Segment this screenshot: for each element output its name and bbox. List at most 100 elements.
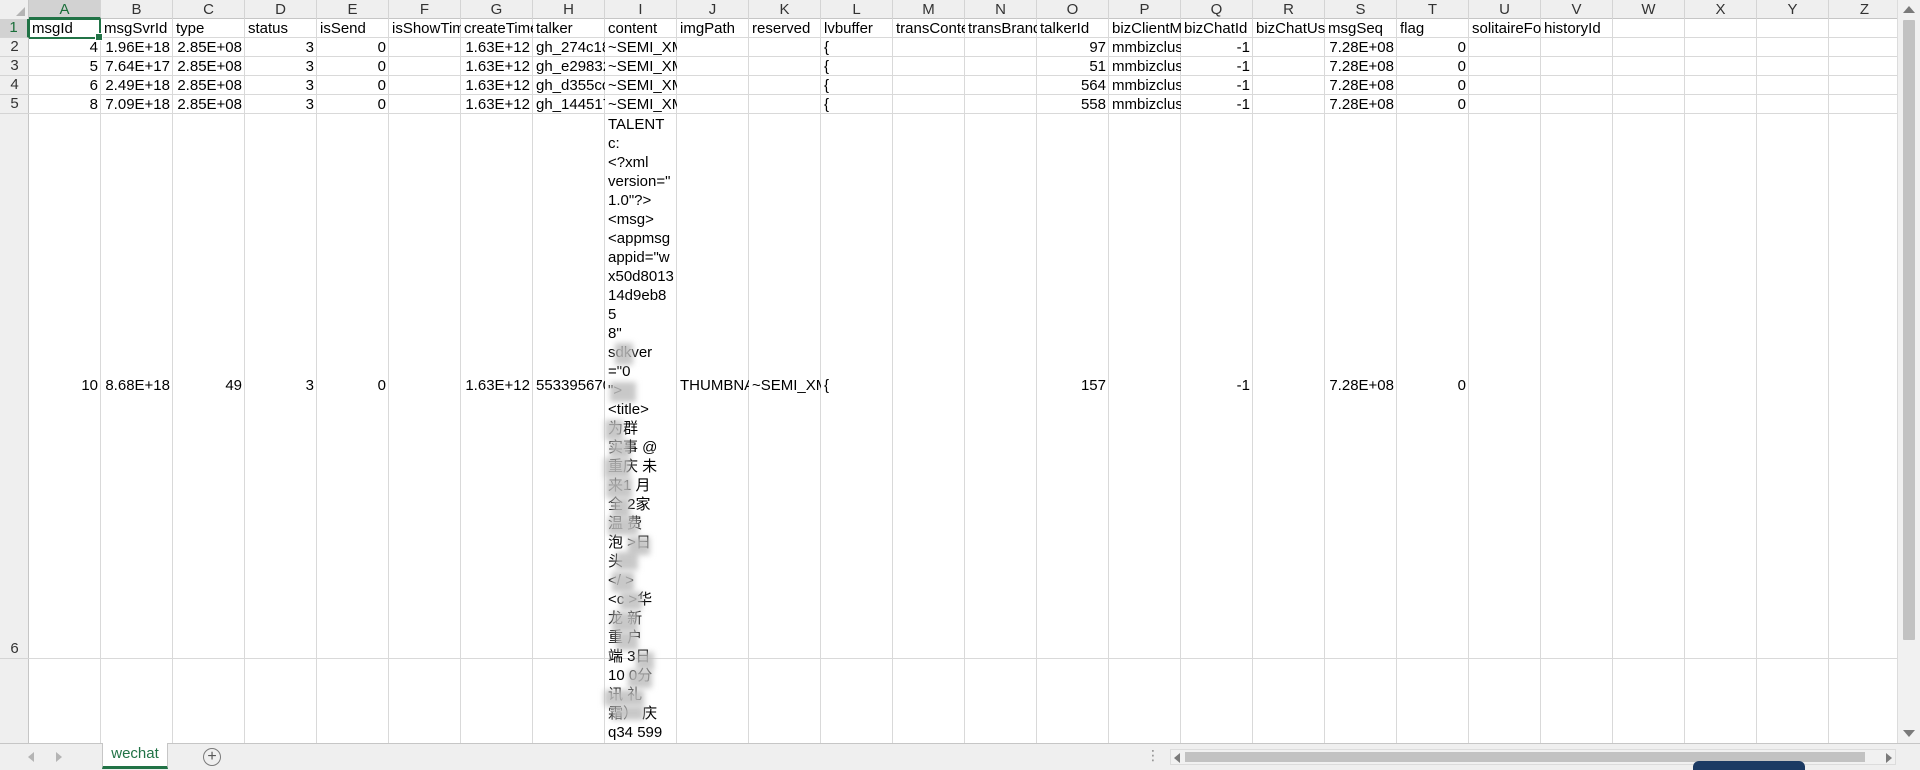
data-cell[interactable]: mmbizclus (1109, 76, 1181, 95)
data-cell[interactable]: -1 (1181, 57, 1253, 76)
data-cell[interactable]: 3 (245, 376, 317, 395)
data-cell[interactable]: gh_274c18 (533, 38, 605, 57)
column-header-y[interactable]: Y (1757, 0, 1829, 19)
data-cell[interactable]: 51 (1037, 57, 1109, 76)
header-cell[interactable]: createTime (461, 19, 533, 38)
column-header-z[interactable]: Z (1829, 0, 1901, 19)
row-header-6[interactable]: 6 (0, 114, 29, 659)
data-cell[interactable]: ~SEMI_XML~ (605, 95, 677, 114)
header-cell[interactable]: bizChatUse (1253, 19, 1325, 38)
data-cell[interactable]: ~SEMI_XML~ (605, 57, 677, 76)
next-sheet-icon[interactable] (56, 752, 62, 762)
header-cell[interactable]: talkerId (1037, 19, 1109, 38)
data-cell[interactable]: -1 (1181, 76, 1253, 95)
row-header-4[interactable]: 4 (0, 76, 29, 95)
add-sheet-icon[interactable]: + (203, 748, 221, 766)
data-cell[interactable]: 2.85E+08 (173, 57, 245, 76)
data-cell[interactable]: 564 (1037, 76, 1109, 95)
column-header-b[interactable]: B (101, 0, 173, 19)
column-header-h[interactable]: H (533, 0, 605, 19)
data-cell[interactable]: mmbizclus (1109, 38, 1181, 57)
data-cell[interactable]: 0 (1397, 38, 1469, 57)
row-header-2[interactable]: 2 (0, 38, 29, 57)
data-cell[interactable]: 553395670 (533, 376, 605, 395)
data-cell[interactable]: 2.85E+08 (173, 76, 245, 95)
data-cell[interactable]: 97 (1037, 38, 1109, 57)
column-header-a[interactable]: A (29, 0, 101, 19)
header-cell[interactable]: historyId (1541, 19, 1613, 38)
header-cell[interactable]: isShowTim (389, 19, 461, 38)
data-cell[interactable]: { (821, 57, 893, 76)
header-cell[interactable]: isSend (317, 19, 389, 38)
header-cell[interactable]: transConte (893, 19, 965, 38)
header-cell[interactable]: msgSeq (1325, 19, 1397, 38)
column-header-i[interactable]: I (605, 0, 677, 19)
row-header-3[interactable]: 3 (0, 57, 29, 76)
ime-toolbar[interactable] (1693, 761, 1805, 770)
data-cell[interactable]: ~SEMI_XM (749, 376, 821, 395)
data-cell[interactable]: 1.63E+12 (461, 76, 533, 95)
column-header-s[interactable]: S (1325, 0, 1397, 19)
cell-grid[interactable]: msgId msgSvrId type status isSend isShowTim cr… (29, 19, 1897, 743)
column-header-u[interactable]: U (1469, 0, 1541, 19)
data-cell[interactable]: { (821, 95, 893, 114)
data-cell[interactable]: -1 (1181, 95, 1253, 114)
header-cell[interactable]: msgSvrId (101, 19, 173, 38)
data-cell[interactable]: 8.68E+18 (101, 376, 173, 395)
column-header-v[interactable]: V (1541, 0, 1613, 19)
data-cell[interactable]: mmbizclus (1109, 95, 1181, 114)
data-cell[interactable]: 2.85E+08 (173, 95, 245, 114)
column-header-m[interactable]: M (893, 0, 965, 19)
data-cell[interactable]: 3 (245, 95, 317, 114)
data-cell[interactable]: 0 (1397, 57, 1469, 76)
header-cell[interactable]: flag (1397, 19, 1469, 38)
data-cell[interactable]: 6 (29, 76, 101, 95)
data-cell[interactable]: 7.28E+08 (1325, 95, 1397, 114)
column-header-n[interactable]: N (965, 0, 1037, 19)
data-cell[interactable]: 7.28E+08 (1325, 57, 1397, 76)
data-cell[interactable]: { (821, 376, 893, 395)
data-cell[interactable]: 0 (317, 38, 389, 57)
scroll-down-icon[interactable] (1903, 730, 1915, 737)
header-cell[interactable]: bizChatId (1181, 19, 1253, 38)
data-cell[interactable]: 1.63E+12 (461, 38, 533, 57)
header-cell[interactable]: status (245, 19, 317, 38)
data-cell[interactable]: mmbizclus (1109, 57, 1181, 76)
scroll-up-icon[interactable] (1903, 6, 1915, 13)
column-header-l[interactable]: L (821, 0, 893, 19)
data-cell[interactable]: { (821, 76, 893, 95)
data-cell[interactable]: 0 (317, 76, 389, 95)
tab-split-handle[interactable]: ⋮ (1146, 747, 1161, 764)
data-cell[interactable]: gh_d355cc (533, 76, 605, 95)
data-cell[interactable]: 0 (1397, 76, 1469, 95)
data-cell[interactable]: gh_e29832 (533, 57, 605, 76)
header-cell[interactable]: transBrand (965, 19, 1037, 38)
data-cell[interactable]: ~SEMI_XML~ (605, 38, 677, 57)
data-cell[interactable]: 0 (1397, 376, 1469, 395)
data-cell[interactable]: 2.49E+18 (101, 76, 173, 95)
column-header-g[interactable]: G (461, 0, 533, 19)
column-header-w[interactable]: W (1613, 0, 1685, 19)
data-cell[interactable]: 1.63E+12 (461, 95, 533, 114)
data-cell[interactable]: gh_144517 (533, 95, 605, 114)
scroll-left-icon[interactable] (1174, 753, 1180, 763)
row-header-5[interactable]: 5 (0, 95, 29, 114)
column-header-j[interactable]: J (677, 0, 749, 19)
column-header-q[interactable]: Q (1181, 0, 1253, 19)
previous-sheet-icon[interactable] (28, 752, 34, 762)
data-cell[interactable]: 10 (29, 376, 101, 395)
data-cell[interactable]: 1.63E+12 (461, 376, 533, 395)
header-cell[interactable]: reserved (749, 19, 821, 38)
header-cell[interactable]: imgPath (677, 19, 749, 38)
column-header-x[interactable]: X (1685, 0, 1757, 19)
header-cell[interactable]: solitaireFol (1469, 19, 1541, 38)
sheet-tab-wechat[interactable]: wechat (102, 743, 168, 769)
column-header-p[interactable]: P (1109, 0, 1181, 19)
data-cell[interactable]: 0 (317, 57, 389, 76)
header-cell[interactable]: lvbuffer (821, 19, 893, 38)
data-cell[interactable]: 7.28E+08 (1325, 38, 1397, 57)
data-cell[interactable]: THUMBNA (677, 376, 749, 395)
data-cell[interactable]: 0 (317, 376, 389, 395)
data-cell[interactable]: -1 (1181, 38, 1253, 57)
data-cell[interactable]: 7.09E+18 (101, 95, 173, 114)
